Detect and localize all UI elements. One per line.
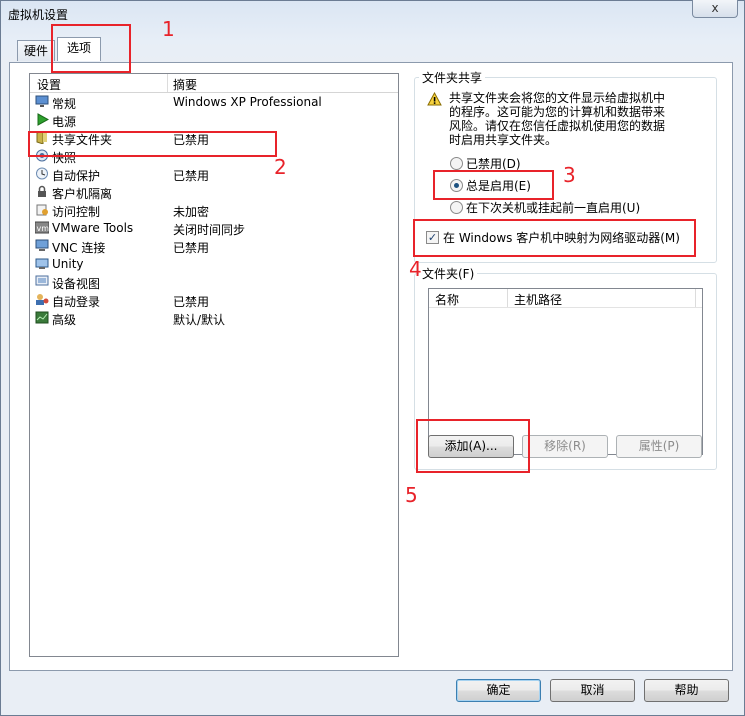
ok-button[interactable]: 确定 [456,679,541,702]
access-control-icon [35,203,49,216]
settings-row[interactable]: 常规 Windows XP Professional [30,93,398,111]
settings-row[interactable]: vm VMware Tools 关闭时间同步 [30,219,398,237]
annotation-box-2 [28,131,277,157]
device-view-icon [35,275,49,288]
settings-row[interactable]: 自动保护 已禁用 [30,165,398,183]
warning-text: 共享文件夹会将您的文件显示给虚拟机中 的程序。这可能为您的计算机和数据带来 风险… [449,91,709,147]
warning-line: 的程序。这可能为您的计算机和数据带来 [449,105,666,119]
folder-sharing-label: 文件夹共享 [419,69,486,86]
autologin-icon [35,293,49,306]
settings-row[interactable]: VNC 连接 已禁用 [30,237,398,255]
settings-list-header: 设置 摘要 [30,74,398,93]
cancel-button[interactable]: 取消 [550,679,635,702]
settings-row[interactable]: 高级 默认/默认 [30,309,398,327]
settings-row-name: 访问控制 [52,205,101,219]
settings-row-name: 高级 [52,313,77,327]
settings-row[interactable]: 客户机隔离 [30,183,398,201]
settings-row-summary: Windows XP Professional [173,95,322,109]
settings-row-name: VMware Tools [52,221,134,235]
annotation-number-2: 2 [274,155,287,179]
annotation-number-1: 1 [162,17,175,41]
advanced-icon [35,311,49,324]
svg-text:vm: vm [37,224,50,233]
annotation-box-5 [416,419,530,473]
settings-row-name: VNC 连接 [52,241,106,255]
settings-row-name: 设备视图 [52,277,101,291]
settings-row-summary: 已禁用 [173,169,210,183]
warning-line: 风险。请仅在您信任虚拟机使用您的数据 [449,119,666,133]
settings-row-name: 客户机隔离 [52,187,113,201]
warning-line: 时启用共享文件夹。 [449,133,558,147]
column-header-host-path[interactable]: 主机路径 [514,291,562,308]
vnc-icon [35,239,49,252]
lock-icon [35,185,49,198]
settings-row[interactable]: 访问控制 未加密 [30,201,398,219]
settings-row[interactable]: 电源 [30,111,398,129]
settings-row[interactable]: 自动登录 已禁用 [30,291,398,309]
column-header-summary[interactable]: 摘要 [173,76,197,93]
help-button[interactable]: 帮助 [644,679,729,702]
annotation-box-3 [433,170,554,200]
annotation-number-4: 4 [409,257,422,281]
close-button[interactable]: x [692,0,738,18]
warning-line: 共享文件夹会将您的文件显示给虚拟机中 [449,91,666,105]
settings-row-name: 自动登录 [52,295,101,309]
settings-row-summary: 未加密 [173,205,210,219]
radio-until-poweroff-label[interactable]: 在下次关机或挂起前一直启用(U) [466,199,640,216]
folders-label: 文件夹(F) [419,265,478,282]
radio-disabled[interactable] [450,157,463,170]
annotation-box-4 [413,219,696,257]
play-icon [35,113,50,126]
settings-row-name: Unity [52,257,84,271]
monitor-icon [35,95,49,108]
autoprotect-icon [35,167,49,180]
settings-rows: 常规 Windows XP Professional 电源 共享文件夹 已禁用 快照 自动保… [30,93,398,327]
unity-icon [35,257,49,270]
settings-row[interactable]: Unity [30,255,398,273]
folders-list-header: 名称 主机路径 [429,289,702,308]
settings-list[interactable]: 设置 摘要 常规 Windows XP Professional 电源 共享文件夹 已禁… [29,73,399,657]
settings-row-summary: 默认/默认 [173,313,226,327]
window-title: 虚拟机设置 [8,8,69,22]
settings-row[interactable]: 设备视图 [30,273,398,291]
settings-row-name: 电源 [52,115,77,129]
settings-row-summary: 关闭时间同步 [173,223,246,237]
radio-until-poweroff[interactable] [450,201,463,214]
annotation-number-5: 5 [405,483,418,507]
warning-icon [427,92,442,106]
tab-options[interactable]: 选项 [57,37,101,61]
tab-hardware[interactable]: 硬件 [17,40,55,61]
settings-row-name: 常规 [52,97,77,111]
folder-properties-button[interactable]: 属性(P) [616,435,702,458]
vmware-tools-icon: vm [34,221,50,234]
settings-row-summary: 已禁用 [173,241,210,255]
settings-row-summary: 已禁用 [173,295,210,309]
remove-folder-button[interactable]: 移除(R) [522,435,608,458]
column-header-name[interactable]: 名称 [435,291,459,308]
annotation-number-3: 3 [563,163,576,187]
column-header-setting[interactable]: 设置 [37,76,61,93]
settings-row-name: 自动保护 [52,169,101,183]
